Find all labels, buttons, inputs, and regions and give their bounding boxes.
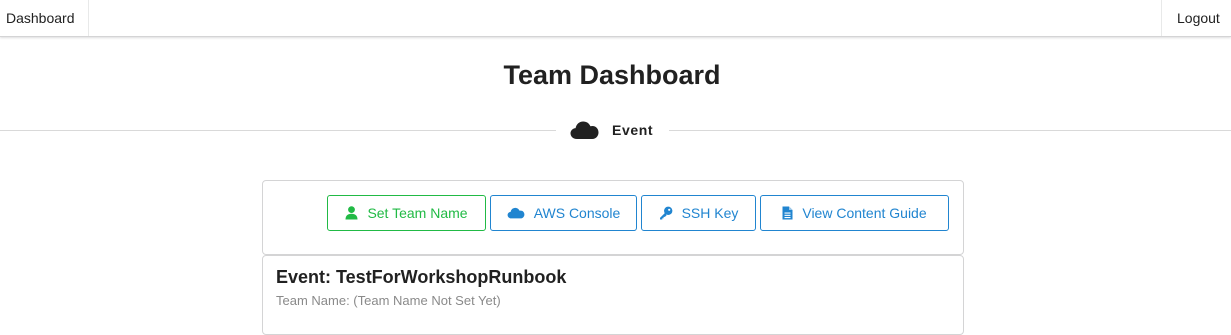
set-team-name-label: Set Team Name bbox=[367, 205, 468, 221]
divider-line-right bbox=[669, 130, 1231, 131]
team-name-text: Team Name: (Team Name Not Set Yet) bbox=[276, 293, 501, 308]
page-title: Team Dashboard bbox=[503, 60, 721, 90]
nav-logout-link[interactable]: Logout bbox=[1161, 0, 1231, 36]
cloud-icon bbox=[507, 207, 525, 219]
event-title: Event: TestForWorkshopRunbook bbox=[276, 267, 567, 287]
aws-console-button[interactable]: AWS Console bbox=[490, 195, 637, 231]
aws-console-label: AWS Console bbox=[533, 205, 621, 221]
event-divider-label: Event bbox=[612, 122, 654, 138]
view-content-guide-button[interactable]: View Content Guide bbox=[760, 195, 949, 231]
ssh-key-button[interactable]: SSH Key bbox=[641, 195, 756, 231]
user-icon bbox=[345, 206, 358, 220]
cloud-icon bbox=[570, 120, 599, 140]
top-menu-bar: Dashboard Logout bbox=[0, 0, 1231, 37]
nav-dashboard-link[interactable]: Dashboard bbox=[0, 0, 89, 36]
ssh-key-label: SSH Key bbox=[681, 205, 739, 221]
event-divider: Event bbox=[570, 118, 653, 142]
file-icon bbox=[782, 206, 793, 220]
divider-line-left bbox=[0, 130, 556, 131]
view-content-guide-label: View Content Guide bbox=[802, 205, 927, 221]
key-icon bbox=[659, 206, 673, 220]
set-team-name-button[interactable]: Set Team Name bbox=[327, 195, 486, 231]
